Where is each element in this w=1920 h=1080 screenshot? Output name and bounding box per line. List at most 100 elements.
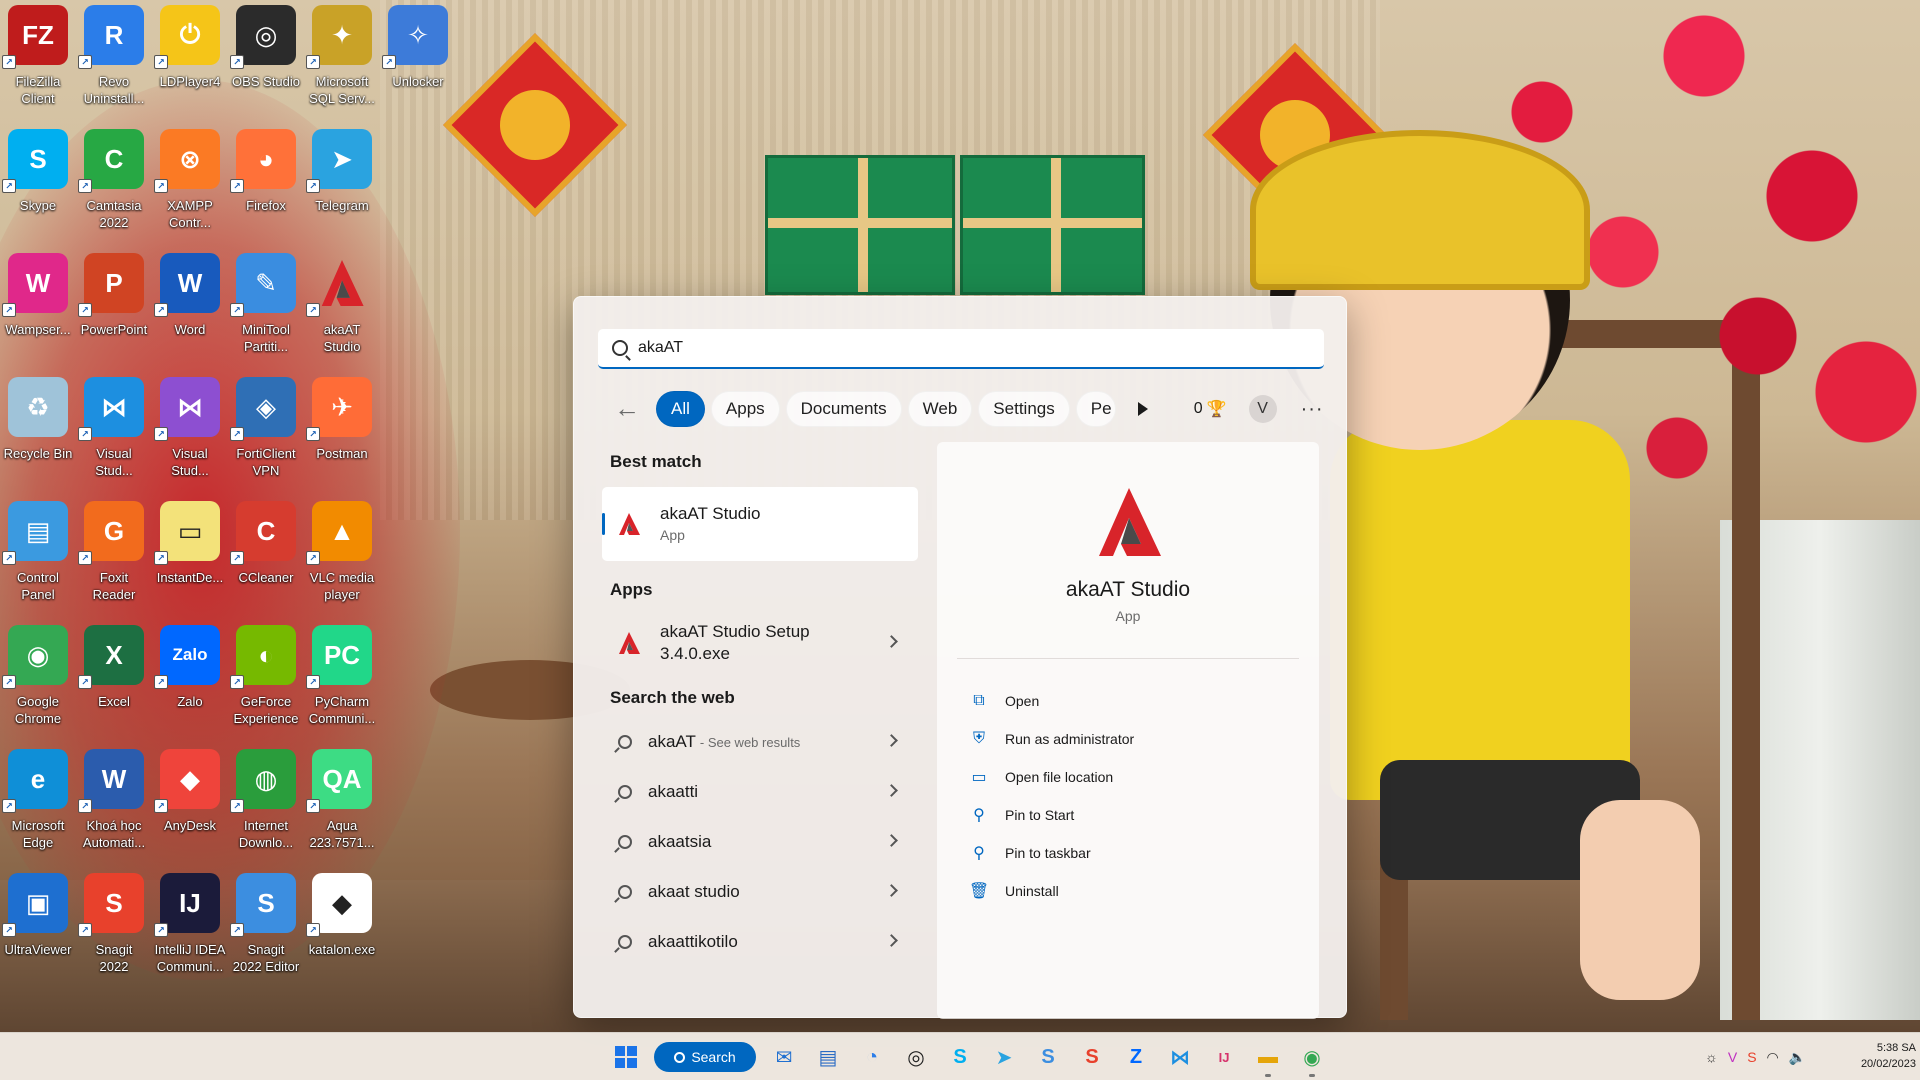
filter-web[interactable]: Web <box>907 391 973 427</box>
desktop-icon[interactable]: QA ↗ Aqua 223.7571... <box>304 744 380 868</box>
desktop-icon[interactable]: FZ ↗ FileZilla Client <box>0 0 76 124</box>
app-result[interactable]: akaAT Studio Setup 3.4.0.exe <box>602 611 918 675</box>
account-avatar[interactable]: V <box>1248 395 1277 423</box>
filter-apps[interactable]: Apps <box>710 391 780 427</box>
taskbar-obs-button[interactable]: ◎ <box>898 1039 934 1075</box>
desktop-icon[interactable]: W ↗ Wampser... <box>0 248 76 372</box>
taskbar-intellij-button[interactable]: IJ <box>1206 1039 1242 1075</box>
action-pin-to-taskbar[interactable]: ⚲ Pin to taskbar <box>969 834 1134 872</box>
volume-icon[interactable]: 🔈 <box>1789 1049 1806 1066</box>
search-box[interactable] <box>598 329 1324 369</box>
chevron-right-icon[interactable] <box>885 635 898 648</box>
taskbar-chat-button[interactable]: ◔ <box>854 1039 890 1075</box>
taskbar-chrome-button[interactable]: ◉ <box>1294 1039 1330 1077</box>
taskbar-snagit-editor-button[interactable]: S <box>1030 1039 1066 1075</box>
filter-all[interactable]: All <box>656 391 705 427</box>
taskbar-vscode-button[interactable]: ⋈ <box>1162 1039 1198 1075</box>
desktop-icon[interactable]: W ↗ Khoá học Automati... <box>76 744 152 868</box>
taskbar-file-explorer-button[interactable]: ▬ <box>1250 1039 1286 1077</box>
desktop-icon[interactable]: ▣ ↗ UltraViewer <box>0 868 76 992</box>
brightness-icon[interactable]: ☼ <box>1705 1049 1718 1065</box>
v-app-tray-icon[interactable]: V <box>1728 1049 1737 1065</box>
web-result[interactable]: akaat studio <box>602 867 918 917</box>
chevron-right-icon[interactable] <box>885 734 898 747</box>
desktop-icon-label: Snagit 2022 <box>95 942 133 974</box>
desktop-icon[interactable]: Zalo ↗ Zalo <box>152 620 228 744</box>
desktop-icon[interactable]: ⋈ ↗ Visual Stud... <box>152 372 228 496</box>
filter-documents[interactable]: Documents <box>785 391 902 427</box>
chevron-right-icon[interactable] <box>885 834 898 847</box>
desktop-icon[interactable]: ✎ ↗ MiniTool Partiti... <box>228 248 304 372</box>
desktop-icon[interactable]: ◐ ↗ GeForce Experience <box>228 620 304 744</box>
taskbar-notepad-button[interactable]: ▤ <box>810 1039 846 1075</box>
snagit-tray-icon[interactable]: S <box>1747 1049 1756 1065</box>
desktop-icon[interactable]: ↗ akaAT Studio <box>304 248 380 372</box>
taskbar-search-button[interactable]: Search <box>654 1042 756 1072</box>
desktop-icon[interactable]: X ↗ Excel <box>76 620 152 744</box>
desktop-icon[interactable]: ◆ ↗ AnyDesk <box>152 744 228 868</box>
desktop-icon[interactable]: ▤ ↗ Control Panel <box>0 496 76 620</box>
desktop-icon[interactable]: C ↗ CCleaner <box>228 496 304 620</box>
desktop-icon[interactable]: ⊗ ↗ XAMPP Contr... <box>152 124 228 248</box>
filter-settings[interactable]: Settings <box>978 391 1070 427</box>
action-pin-to-start[interactable]: ⚲ Pin to Start <box>969 796 1134 834</box>
desktop-icon-label: Snagit 2022 Editor <box>232 942 300 974</box>
desktop-icon[interactable]: ✧ ↗ Unlocker <box>380 0 456 124</box>
action-uninstall[interactable]: 🗑 Uninstall <box>969 872 1134 910</box>
chevron-right-icon[interactable] <box>885 784 898 797</box>
desktop-icon[interactable]: C ↗ Camtasia 2022 <box>76 124 152 248</box>
desktop-icon[interactable]: ◈ ↗ FortiClient VPN <box>228 372 304 496</box>
wifi-icon[interactable]: ◠ <box>1767 1049 1779 1066</box>
desktop-icon-label: Postman <box>316 446 368 461</box>
scroll-filters-right-icon[interactable] <box>1137 402 1148 416</box>
back-arrow-icon[interactable]: ← <box>614 395 642 423</box>
chevron-right-icon[interactable] <box>885 934 898 947</box>
desktop-icon[interactable]: P ↗ PowerPoint <box>76 248 152 372</box>
desktop-icon[interactable]: ⋈ ↗ Visual Stud... <box>76 372 152 496</box>
web-result[interactable]: akaattikotilo <box>602 917 918 967</box>
taskbar-skype-button[interactable]: S <box>942 1039 978 1075</box>
desktop-icon[interactable]: ◎ ↗ OBS Studio <box>228 0 304 124</box>
desktop-icon[interactable]: S ↗ Snagit 2022 <box>76 868 152 992</box>
desktop-icon[interactable]: R ↗ Revo Uninstall... <box>76 0 152 124</box>
action-open-file-location[interactable]: ▭ Open file location <box>969 758 1134 796</box>
desktop-icon[interactable]: S ↗ Skype <box>0 124 76 248</box>
filter-people[interactable]: Pe <box>1075 391 1116 427</box>
taskbar-mail-button[interactable]: ✉ <box>766 1039 802 1075</box>
desktop-icon[interactable]: ◍ ↗ Internet Downlo... <box>228 744 304 868</box>
desktop-icon[interactable]: ✦ ↗ Microsoft SQL Serv... <box>304 0 380 124</box>
chevron-right-icon[interactable] <box>885 884 898 897</box>
action-run-as-admin[interactable]: ⛨ Run as administrator <box>969 720 1134 758</box>
desktop-icon[interactable]: ◉ ↗ Google Chrome <box>0 620 76 744</box>
desktop-icon[interactable]: ➤ ↗ Telegram <box>304 124 380 248</box>
desktop-icon[interactable]: ▭ ↗ InstantDe... <box>152 496 228 620</box>
taskbar-snagit-button[interactable]: S <box>1074 1039 1110 1075</box>
desktop-icon[interactable]: ♻ Recycle Bin <box>0 372 76 496</box>
desktop-icon[interactable]: ◕ ↗ Firefox <box>228 124 304 248</box>
desktop-icon[interactable]: W ↗ Word <box>152 248 228 372</box>
web-result[interactable]: akaAT - See web results <box>602 717 918 767</box>
search-input[interactable] <box>638 339 1278 357</box>
taskbar-telegram-button[interactable]: ➤ <box>986 1039 1022 1075</box>
desktop-icon[interactable]: G ↗ Foxit Reader <box>76 496 152 620</box>
desktop-icon[interactable]: ✈ ↗ Postman <box>304 372 380 496</box>
start-button[interactable] <box>608 1039 644 1075</box>
desktop-icon[interactable]: PC ↗ PyCharm Communi... <box>304 620 380 744</box>
desktop-icon[interactable]: ⏻ ↗ LDPlayer4 <box>152 0 228 124</box>
best-match-result[interactable]: akaAT Studio App <box>602 487 918 561</box>
skype-icon: S ↗ <box>2 129 68 193</box>
action-open[interactable]: ⧉ Open <box>969 682 1134 720</box>
desktop-icon[interactable]: ◆ ↗ katalon.exe <box>304 868 380 992</box>
icon-glyph: S <box>29 143 47 174</box>
taskbar-clock[interactable]: 5:38 SA 20/02/2023 <box>1836 1040 1916 1072</box>
rewards-points[interactable]: 0 🏆 <box>1194 399 1227 419</box>
desktop-icon[interactable]: S ↗ Snagit 2022 Editor <box>228 868 304 992</box>
desktop-icon[interactable]: ▲ ↗ VLC media player <box>304 496 380 620</box>
taskbar-zalo-button[interactable]: Z <box>1118 1039 1154 1075</box>
clock-date: 20/02/2023 <box>1860 1058 1916 1070</box>
desktop-icon[interactable]: e ↗ Microsoft Edge <box>0 744 76 868</box>
web-result[interactable]: akaatti <box>602 767 918 817</box>
desktop-icon[interactable]: IJ ↗ IntelliJ IDEA Communi... <box>152 868 228 992</box>
web-result[interactable]: akaatsia <box>602 817 918 867</box>
more-options-icon[interactable]: ··· <box>1301 398 1324 421</box>
